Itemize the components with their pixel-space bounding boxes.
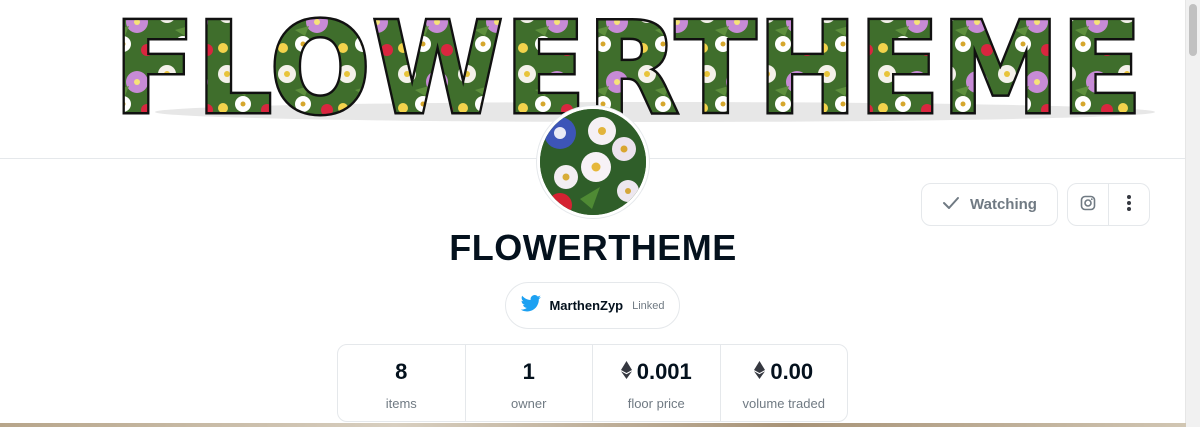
ethereum-icon (754, 359, 766, 385)
stat-owners-label: owner (511, 396, 547, 411)
social-actions-group (1067, 183, 1150, 226)
next-section-edge (0, 423, 1186, 427)
scrollbar-thumb[interactable] (1189, 4, 1197, 56)
banner-text: FLOWERTHEME (114, 0, 1144, 130)
stat-owners[interactable]: 1 owner (464, 345, 593, 421)
stat-floor-price-label: floor price (627, 396, 685, 411)
banner-logo-image: FLOWERTHEME (112, 0, 1155, 130)
stat-floor-price-value: 0.001 (636, 359, 692, 384)
twitter-linked-status: Linked (632, 299, 665, 312)
instagram-button[interactable] (1068, 184, 1108, 225)
stat-volume-traded-label: volume traded (742, 396, 825, 411)
stat-items[interactable]: 8 items (338, 345, 465, 421)
twitter-icon (520, 294, 542, 317)
avatar-flower-image (540, 109, 646, 215)
more-options-button[interactable] (1108, 184, 1149, 225)
twitter-linked-badge[interactable]: MarthenZyp Linked (505, 282, 680, 329)
more-vertical-icon (1126, 194, 1132, 216)
ethereum-icon (620, 359, 632, 385)
stat-items-label: items (385, 396, 417, 411)
stat-volume-traded[interactable]: 0.00 volume traded (719, 345, 848, 421)
page-scrollbar[interactable] (1185, 0, 1200, 427)
watching-label: Watching (970, 196, 1037, 213)
stat-floor-price[interactable]: 0.001 floor price (592, 345, 720, 421)
watching-button[interactable]: Watching (921, 183, 1058, 226)
collection-stats: 8 items 1 owner 0.001 floor price 0.00 v… (337, 344, 848, 422)
stat-items-value: 8 (395, 359, 408, 384)
stat-owners-value: 1 (522, 359, 535, 384)
stat-volume-traded-value: 0.00 (770, 359, 814, 384)
collection-title: FLOWERTHEME (449, 227, 737, 268)
checkmark-icon (942, 195, 960, 214)
twitter-handle: MarthenZyp (549, 298, 624, 313)
collection-avatar (537, 106, 649, 218)
instagram-icon (1080, 195, 1096, 215)
